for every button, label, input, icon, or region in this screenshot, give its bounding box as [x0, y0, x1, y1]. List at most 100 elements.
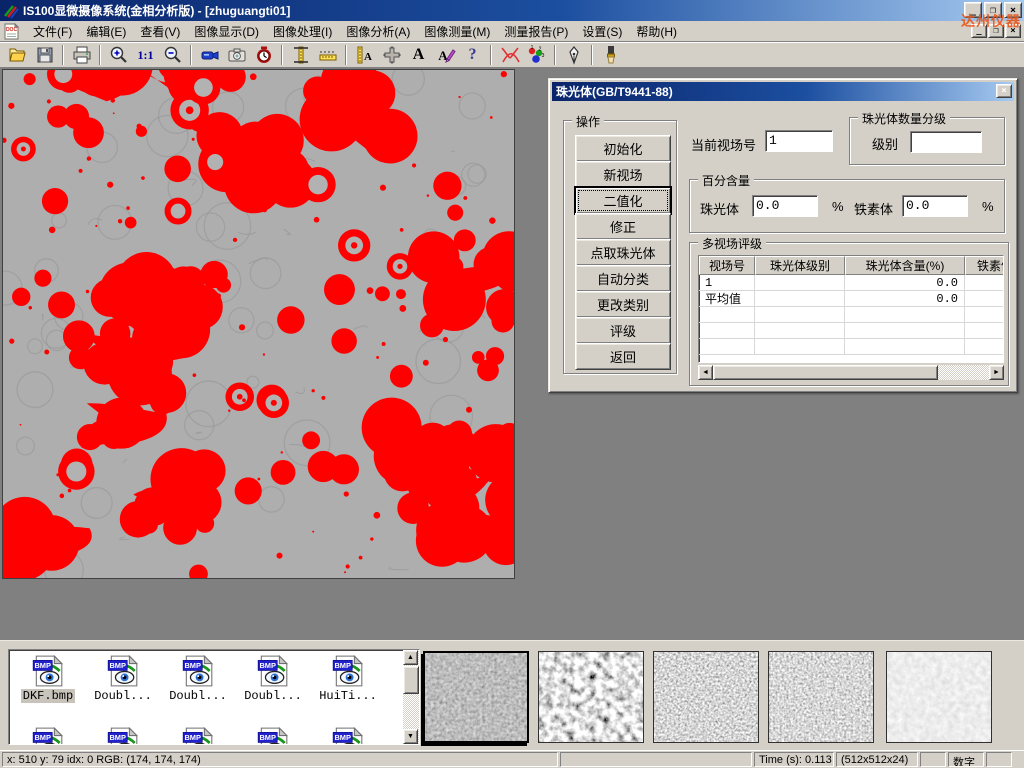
file-list[interactable]: DKF.bmp Doubl... Doubl... Doubl... HuiTi…	[8, 649, 420, 745]
file-item[interactable]: Doubl...	[236, 654, 310, 703]
scrollbar-thumb[interactable]	[403, 666, 419, 694]
menu-image-display[interactable]: 图像显示(D)	[187, 20, 266, 43]
ferrite-percent-input[interactable]: 0.0	[902, 195, 968, 217]
file-item[interactable]	[11, 726, 85, 745]
svg-text:2: 2	[538, 47, 541, 53]
print-icon[interactable]	[68, 43, 95, 67]
svg-text:A: A	[364, 51, 372, 63]
table-row-empty	[699, 307, 1003, 323]
correct-button[interactable]: 修正	[575, 213, 671, 240]
rate-button[interactable]: 评级	[575, 317, 671, 344]
scroll-right-icon[interactable]: ►	[989, 365, 1004, 380]
move-cross-icon[interactable]	[378, 43, 405, 67]
open-folder-icon[interactable]	[4, 43, 31, 67]
save-icon[interactable]	[31, 43, 58, 67]
thumbnail-1[interactable]	[423, 651, 529, 743]
count-points-icon[interactable]: 123	[523, 43, 550, 67]
help-icon[interactable]: ?	[459, 43, 486, 67]
caliper-label-icon[interactable]: A	[351, 43, 378, 67]
pick-pearlite-button[interactable]: 点取珠光体	[575, 239, 671, 266]
main-toolbar: 1:1 A A A ? 123	[0, 42, 1024, 68]
menu-view[interactable]: 查看(V)	[133, 20, 187, 43]
change-class-button[interactable]: 更改类别	[575, 291, 671, 318]
grade-group-label: 珠光体数量分级	[858, 110, 950, 127]
thumbnail-4[interactable]	[768, 651, 874, 743]
current-field-label: 当前视场号	[691, 135, 756, 154]
menu-settings[interactable]: 设置(S)	[575, 20, 629, 43]
document-icon[interactable]: DOC	[3, 23, 20, 40]
new-field-button[interactable]: 新视场	[575, 161, 671, 188]
ferrite-percent-unit: %	[982, 199, 994, 214]
toolbar-separator	[490, 45, 492, 65]
initialize-button[interactable]: 初始化	[575, 135, 671, 162]
annotate-edit-icon[interactable]: A	[432, 43, 459, 67]
capture-camera-icon[interactable]	[223, 43, 250, 67]
binarize-button[interactable]: 二值化	[575, 187, 671, 214]
caliper-vertical-icon[interactable]	[287, 43, 314, 67]
menu-image-analysis[interactable]: 图像分析(A)	[339, 20, 417, 43]
scroll-up-icon[interactable]: ▲	[403, 650, 418, 665]
timer-clock-icon[interactable]	[250, 43, 277, 67]
current-field-input[interactable]: 1	[765, 130, 833, 152]
table-row-empty	[699, 323, 1003, 339]
status-time: Time (s): 0.113	[754, 752, 834, 767]
pen-nib-icon[interactable]	[560, 43, 587, 67]
rating-table[interactable]: 视场号 珠光体级别 珠光体含量(%) 铁素体 1 0.0 平均值 0.0	[698, 255, 1004, 363]
file-item[interactable]: Doubl...	[86, 654, 160, 703]
menu-bar: DOC 文件(F) 编辑(E) 查看(V) 图像显示(D) 图像处理(I) 图像…	[0, 21, 1024, 42]
scroll-left-icon[interactable]: ◄	[698, 365, 713, 380]
file-item[interactable]	[236, 726, 310, 745]
file-list-scrollbar[interactable]: ▲ ▼	[403, 650, 419, 744]
table-row[interactable]: 平均值 0.0	[699, 291, 1003, 307]
thumbnail-3[interactable]	[653, 651, 759, 743]
auto-classify-button[interactable]: 自动分类	[575, 265, 671, 292]
scroll-down-icon[interactable]: ▼	[403, 729, 418, 744]
table-row[interactable]: 1 0.0	[699, 275, 1003, 291]
file-item[interactable]: HuiTi...	[311, 654, 385, 703]
pearlite-dialog-titlebar[interactable]: 珠光体(GB/T9441-88) ×	[552, 82, 1014, 101]
file-item[interactable]	[161, 726, 235, 745]
video-camera-icon[interactable]	[196, 43, 223, 67]
menu-file[interactable]: 文件(F)	[26, 20, 79, 43]
title-bar: IS100显微摄像系统(金相分析版) - [zhuguangti01] _ ❐ …	[0, 0, 1024, 21]
thumbnail-5[interactable]	[886, 651, 992, 743]
file-item[interactable]: Doubl...	[161, 654, 235, 703]
bmp-file-icon	[31, 726, 65, 745]
cursor-coordinates: x: 510 y: 79 idx: 0 RGB: (174, 174, 174)	[2, 752, 558, 767]
file-item[interactable]	[311, 726, 385, 745]
menu-image-process[interactable]: 图像处理(I)	[266, 20, 339, 43]
paint-brush-icon[interactable]	[597, 43, 624, 67]
toolbar-separator	[554, 45, 556, 65]
toolbar-separator	[190, 45, 192, 65]
pearlite-percent-label: 珠光体	[700, 199, 739, 218]
curve-tool-icon[interactable]	[496, 43, 523, 67]
bmp-file-icon	[106, 726, 140, 745]
file-item[interactable]: DKF.bmp	[11, 654, 85, 703]
bmp-file-icon	[256, 726, 290, 745]
return-button[interactable]: 返回	[575, 343, 671, 370]
menu-image-measure[interactable]: 图像测量(M)	[417, 20, 497, 43]
file-name: HuiTi...	[317, 689, 379, 703]
thumbnail-2[interactable]	[538, 651, 644, 743]
menu-help[interactable]: 帮助(H)	[629, 20, 684, 43]
bmp-file-icon	[331, 726, 365, 745]
status-spacer	[986, 752, 1012, 767]
grade-label: 级别	[872, 134, 898, 153]
grade-input[interactable]	[910, 131, 982, 153]
ruler-horizontal-icon[interactable]	[314, 43, 341, 67]
menu-measure-report[interactable]: 测量报告(P)	[497, 20, 575, 43]
table-horizontal-scrollbar[interactable]: ◄ ►	[698, 365, 1004, 380]
metallographic-image-canvas[interactable]	[2, 69, 515, 579]
zoom-in-icon[interactable]	[105, 43, 132, 67]
zoom-actual-icon[interactable]: 1:1	[132, 43, 159, 67]
status-spacer	[560, 752, 752, 767]
scrollbar-thumb[interactable]	[713, 365, 938, 380]
cell-pearlite: 0.0	[845, 291, 965, 306]
zoom-out-icon[interactable]	[159, 43, 186, 67]
text-tool-icon[interactable]: A	[405, 43, 432, 67]
pearlite-percent-input[interactable]: 0.0	[752, 195, 818, 217]
menu-edit[interactable]: 编辑(E)	[79, 20, 133, 43]
toolbar-separator	[345, 45, 347, 65]
file-item[interactable]	[86, 726, 160, 745]
dialog-close-icon[interactable]: ×	[996, 84, 1012, 98]
